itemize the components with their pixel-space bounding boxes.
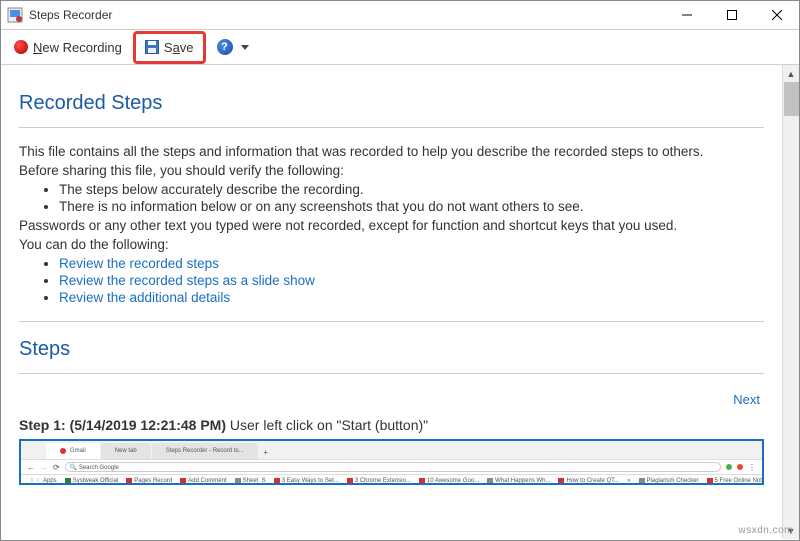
save-highlight-annotation: Save <box>133 31 206 64</box>
reload-icon: ⟳ <box>53 463 60 472</box>
status-dot-icon <box>737 464 743 470</box>
review-details-link[interactable]: Review the additional details <box>59 290 230 305</box>
list-item: Review the additional details <box>59 290 764 305</box>
verify-item-2: There is no information below or on any … <box>59 199 764 214</box>
next-link[interactable]: Next <box>733 392 760 407</box>
action-list: Review the recorded steps Review the rec… <box>59 256 764 305</box>
chevron-down-icon <box>241 45 249 50</box>
vertical-scrollbar[interactable]: ▲ ▼ <box>782 65 799 539</box>
help-icon: ? <box>217 39 233 55</box>
divider <box>19 127 764 128</box>
status-dot-icon <box>726 464 732 470</box>
browser-tab: New tab <box>101 443 151 459</box>
back-icon: ← <box>27 463 35 472</box>
browser-tab: Steps Recorder - Record to... <box>152 443 258 459</box>
list-item: Review the recorded steps <box>59 256 764 271</box>
scroll-thumb[interactable] <box>784 82 799 116</box>
step-nav: Next <box>19 392 764 407</box>
screenshot-browser-chrome: Gmail New tab Steps Recorder - Record to… <box>21 441 762 485</box>
plus-icon: + <box>259 445 273 459</box>
step-1-action: User left click on "Start (button)" <box>230 417 428 433</box>
intro-text-3: Passwords or any other text you typed we… <box>19 218 764 233</box>
divider <box>19 321 764 322</box>
verify-list: The steps below accurately describe the … <box>59 182 764 214</box>
save-label: Save <box>164 40 194 55</box>
help-dropdown-button[interactable]: ? <box>210 35 256 59</box>
review-steps-link[interactable]: Review the recorded steps <box>59 256 219 271</box>
toolbar: New Recording Save ? <box>1 30 799 65</box>
window-title: Steps Recorder <box>29 8 664 22</box>
record-icon <box>14 40 28 54</box>
intro-text-1: This file contains all the steps and inf… <box>19 144 764 159</box>
content-area: Recorded Steps This file contains all th… <box>1 65 782 539</box>
watermark: wsxdn.com <box>738 525 793 536</box>
new-recording-button[interactable]: New Recording <box>7 36 129 59</box>
title-bar: Steps Recorder <box>1 1 799 30</box>
divider <box>19 373 764 374</box>
forward-icon: → <box>40 463 48 472</box>
close-button[interactable] <box>754 1 799 29</box>
app-icon <box>7 7 23 23</box>
list-item: Review the recorded steps as a slide sho… <box>59 273 764 288</box>
scroll-up-icon[interactable]: ▲ <box>784 65 799 82</box>
save-button[interactable]: Save <box>138 36 201 59</box>
step-1-header: Step 1: (5/14/2019 12:21:48 PM) User lef… <box>19 417 764 433</box>
maximize-button[interactable] <box>709 1 754 29</box>
review-slideshow-link[interactable]: Review the recorded steps as a slide sho… <box>59 273 315 288</box>
address-bar: 🔍 Search Google <box>65 462 721 472</box>
verify-item-1: The steps below accurately describe the … <box>59 182 764 197</box>
browser-tab: Gmail <box>46 443 100 459</box>
minimize-button[interactable] <box>664 1 709 29</box>
bookmarks-bar: ⋮⋮Apps Systweak Official Pages Record Ad… <box>21 475 762 485</box>
step-1-timestamp: (5/14/2019 12:21:48 PM) <box>70 417 226 433</box>
steps-heading: Steps <box>19 338 764 361</box>
window-controls <box>664 1 799 29</box>
step-1-screenshot[interactable]: Gmail New tab Steps Recorder - Record to… <box>19 439 764 485</box>
save-icon <box>145 40 159 54</box>
menu-icon: ⋮ <box>748 463 756 472</box>
intro-text-4: You can do the following: <box>19 237 764 252</box>
recorded-steps-heading: Recorded Steps <box>19 92 764 115</box>
new-recording-label: New Recording <box>33 40 122 55</box>
step-1-prefix: Step 1: <box>19 417 66 433</box>
intro-text-2: Before sharing this file, you should ver… <box>19 163 764 178</box>
